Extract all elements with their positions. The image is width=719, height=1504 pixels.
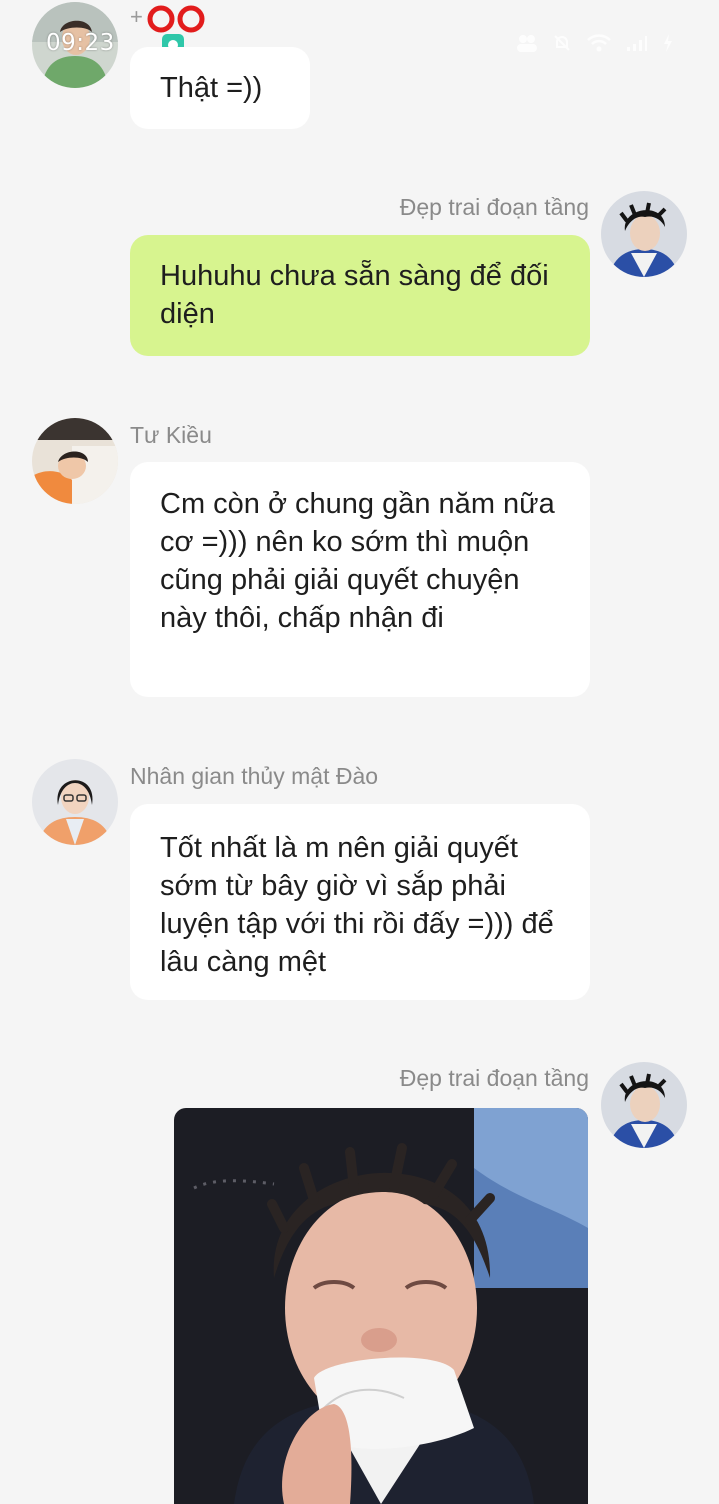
message-bubble-own[interactable]: Huhuhu chưa sẵn sàng để đối diện bbox=[130, 235, 590, 356]
sender-name: Nhân gian thủy mật Đào bbox=[130, 763, 379, 789]
mute-icon bbox=[554, 35, 570, 51]
sender-avatar[interactable] bbox=[32, 2, 118, 88]
header-plus: + bbox=[130, 4, 143, 29]
status-icons bbox=[516, 33, 674, 53]
message-image[interactable] bbox=[174, 1108, 588, 1504]
message-bubble[interactable]: Cm còn ở chung gần năm nữa cơ =))) nên k… bbox=[130, 462, 590, 697]
message-bubble[interactable]: Tốt nhất là m nên giải quyết sớm từ bây … bbox=[130, 804, 590, 1000]
signal-icon bbox=[627, 36, 647, 51]
sender-name: Tư Kiều bbox=[130, 422, 212, 448]
people-icon bbox=[517, 35, 537, 52]
red-rings-icon bbox=[147, 5, 205, 33]
sender-name: Đẹp trai đoạn tầng bbox=[399, 1065, 589, 1091]
wifi-icon bbox=[587, 34, 611, 52]
own-avatar[interactable] bbox=[601, 1062, 687, 1148]
sender-avatar[interactable] bbox=[32, 759, 118, 845]
sender-name: Đẹp trai đoạn tầng bbox=[399, 194, 589, 220]
sender-avatar[interactable] bbox=[32, 418, 118, 504]
battery-icon bbox=[664, 34, 672, 52]
message-bubble[interactable]: Thật =)) bbox=[130, 47, 310, 129]
own-avatar[interactable] bbox=[601, 191, 687, 277]
